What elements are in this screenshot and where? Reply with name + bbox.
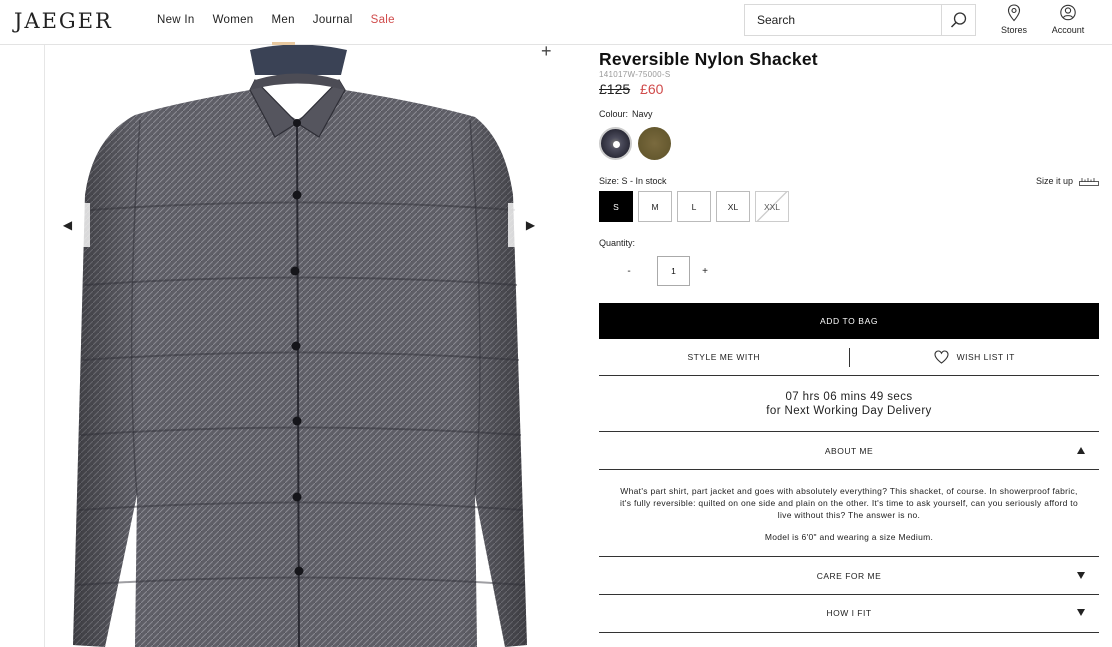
delivery-countdown-text: for Next Working Day Delivery <box>766 405 932 417</box>
size-option-l[interactable]: L <box>677 191 711 222</box>
quantity-increase-button[interactable]: + <box>690 256 720 286</box>
search-bar <box>744 4 976 36</box>
account-label: Account <box>1051 25 1085 35</box>
product-price: £125 £60 <box>599 81 663 97</box>
heart-icon <box>934 350 949 364</box>
site-header: JAEGER New In Women Men Journal Sale Sto… <box>0 0 1112 45</box>
quantity-stepper: - 1 + <box>599 256 720 286</box>
secondary-actions: STYLE ME WITH WISH LIST IT <box>599 339 1099 376</box>
colour-label: Colour: Navy <box>599 109 653 119</box>
size-it-up-link[interactable]: Size it up <box>1036 176 1099 186</box>
wish-list-label: WISH LIST IT <box>956 352 1015 362</box>
triangle-down-icon <box>1077 609 1085 616</box>
main-nav: New In Women Men Journal Sale <box>157 0 413 45</box>
search-icon <box>950 12 966 28</box>
product-sku: 141017W-75000-S <box>599 70 671 79</box>
size-option-xl[interactable]: XL <box>716 191 750 222</box>
jaeger-logo[interactable]: JAEGER <box>14 9 113 33</box>
user-icon <box>1060 4 1076 21</box>
nav-women[interactable]: Women <box>213 0 254 45</box>
add-to-bag-button[interactable]: ADD TO BAG <box>599 303 1099 339</box>
nav-sale[interactable]: Sale <box>371 0 395 45</box>
size-label: Size: S - In stock <box>599 176 667 186</box>
accordion-how-i-fit[interactable]: HOW I FIT <box>599 594 1099 633</box>
how-i-fit-label: HOW I FIT <box>826 608 872 618</box>
care-for-me-label: CARE FOR ME <box>816 570 882 581</box>
quantity-decrease-button[interactable]: - <box>599 256 659 286</box>
colour-value: Navy <box>632 109 653 119</box>
about-me-label: ABOUT ME <box>824 445 874 456</box>
nav-men[interactable]: Men <box>271 0 296 45</box>
quantity-input[interactable]: 1 <box>657 256 690 286</box>
about-me-description: What's part shirt, part jacket and goes … <box>619 486 1078 520</box>
nav-new-in[interactable]: New In <box>157 0 195 45</box>
gallery-next-button[interactable]: ▶ <box>508 203 553 247</box>
triangle-up-icon <box>1077 447 1085 454</box>
account-link[interactable]: Account <box>1050 4 1086 35</box>
product-image <box>73 45 527 647</box>
caret-right-icon: ▶ <box>525 218 536 232</box>
size-option-s[interactable]: S <box>599 191 633 222</box>
size-option-xxl[interactable]: XXL <box>755 191 789 222</box>
delivery-countdown: 07 hrs 06 mins 49 secs for Next Working … <box>599 390 1099 418</box>
gallery-prev-button[interactable]: ◀ <box>45 203 90 247</box>
stores-link[interactable]: Stores <box>998 4 1030 35</box>
style-me-with-button[interactable]: STYLE ME WITH <box>599 339 849 375</box>
product-gallery: + ◀ ▶ <box>44 45 569 647</box>
colour-swatch-khaki[interactable] <box>638 127 671 160</box>
size-it-up-label: Size it up <box>1035 176 1073 186</box>
nav-journal[interactable]: Journal <box>313 0 353 45</box>
quantity-label: Quantity: <box>599 238 636 248</box>
delivery-countdown-time: 07 hrs 06 mins 49 secs <box>785 391 913 403</box>
caret-left-icon: ◀ <box>62 218 73 232</box>
sale-price: £60 <box>640 81 664 97</box>
original-price: £125 <box>599 81 631 97</box>
model-size-info: Model is 6'0" and wearing a size Medium. <box>764 532 934 542</box>
size-options: S M L XL XXL <box>599 191 789 222</box>
colour-label-text: Colour: <box>599 109 629 119</box>
size-option-m[interactable]: M <box>638 191 672 222</box>
accordion-care-for-me[interactable]: CARE FOR ME <box>599 556 1099 595</box>
wish-list-button[interactable]: WISH LIST IT <box>850 339 1100 375</box>
ruler-icon <box>1079 177 1099 186</box>
location-pin-icon <box>1007 4 1021 22</box>
search-input[interactable] <box>745 5 941 35</box>
zoom-plus-icon[interactable]: + <box>541 45 552 62</box>
product-title: Reversible Nylon Shacket <box>599 49 818 69</box>
stores-label: Stores <box>1000 25 1027 35</box>
search-button[interactable] <box>941 5 975 35</box>
colour-swatch-navy[interactable] <box>599 127 632 160</box>
accordion-about-me[interactable]: ABOUT ME <box>599 431 1099 470</box>
style-me-with-label: STYLE ME WITH <box>687 352 761 362</box>
triangle-down-icon <box>1077 572 1085 579</box>
